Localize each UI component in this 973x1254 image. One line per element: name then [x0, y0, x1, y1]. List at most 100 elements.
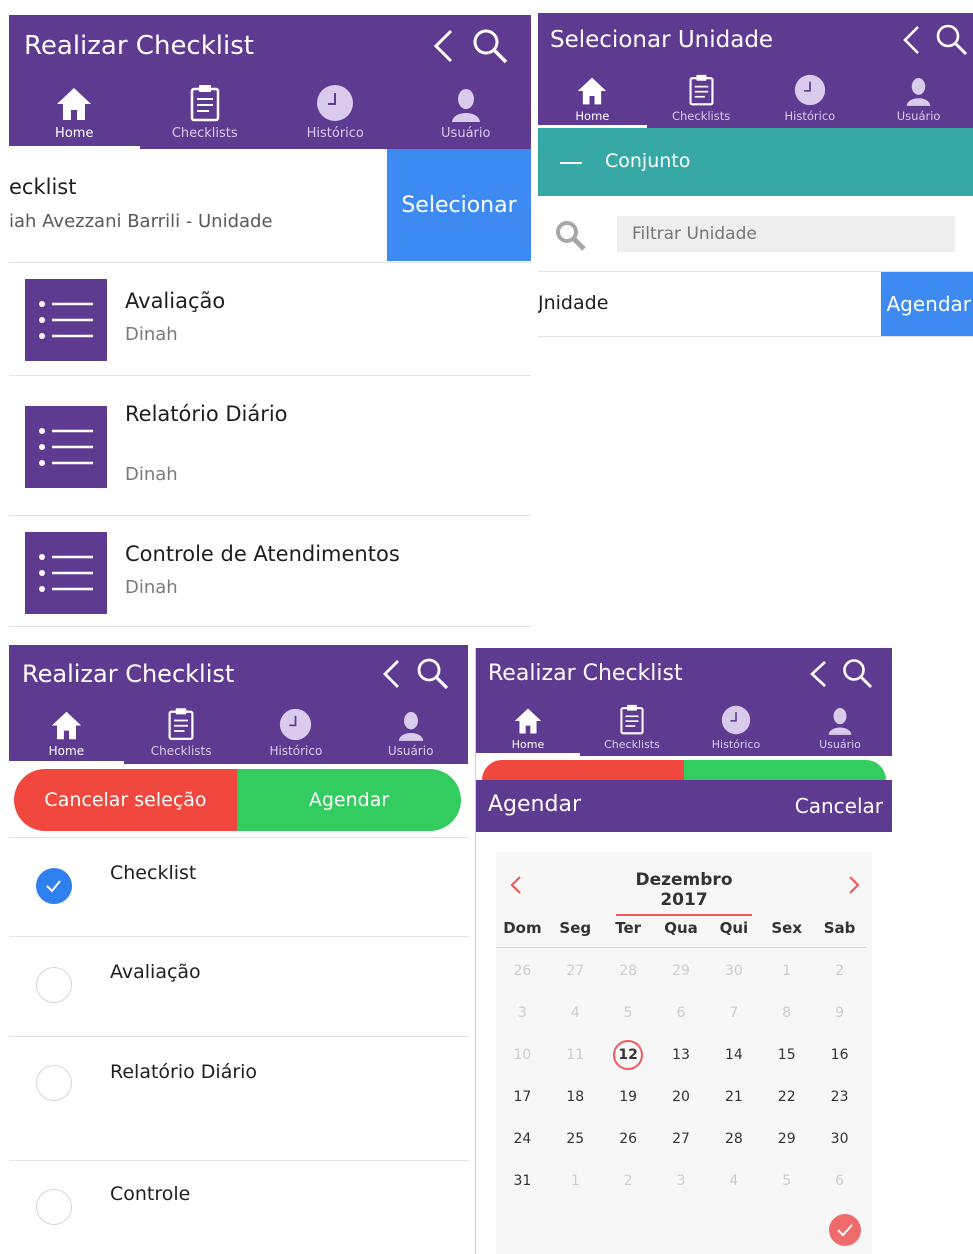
search-icon — [556, 221, 586, 251]
day-cell[interactable]: 25 — [549, 1118, 602, 1160]
tab-historico[interactable]: Histórico — [684, 700, 788, 756]
tab-usuario[interactable]: Usuário — [401, 79, 532, 149]
day-cell: 4 — [729, 1173, 739, 1189]
chevron-right-icon[interactable] — [846, 874, 862, 896]
radio-unchecked[interactable] — [36, 967, 72, 1003]
item-subtitle: Dinah — [125, 324, 178, 345]
tab-checklists[interactable]: Checklists — [140, 79, 271, 149]
list-item[interactable]: Controle de Atendimentos Dinah — [9, 516, 531, 627]
tab-home[interactable]: Home — [9, 79, 140, 149]
day-cell[interactable]: 21 — [707, 1076, 760, 1118]
clipboard-icon — [190, 85, 219, 122]
unit-row[interactable]: Jnidade Agendar — [538, 272, 973, 337]
tab-home[interactable]: Home — [538, 68, 647, 128]
list-icon — [25, 532, 107, 614]
unit-label: Jnidade — [538, 292, 609, 314]
header-subtitle: iah Avezzani Barrili - Unidade — [9, 211, 273, 232]
back-icon[interactable] — [901, 24, 923, 56]
day-cell[interactable]: 24 — [496, 1118, 549, 1160]
tab-home[interactable]: Home — [9, 702, 124, 764]
modal-header: Agendar Cancelar — [476, 780, 892, 832]
day-cell[interactable]: 29 — [760, 1118, 813, 1160]
day-cell[interactable]: 20 — [655, 1076, 708, 1118]
day-cell[interactable]: 19 — [602, 1076, 655, 1118]
search-icon[interactable] — [471, 27, 509, 65]
tab-checklists[interactable]: Checklists — [647, 68, 756, 128]
day-cell[interactable]: 13 — [655, 1034, 708, 1076]
day-cell: 6 — [835, 1173, 845, 1189]
back-icon[interactable] — [808, 659, 830, 689]
modal-title: Agendar — [488, 792, 581, 817]
day-cell[interactable]: 22 — [760, 1076, 813, 1118]
day-cell[interactable]: 28 — [707, 1118, 760, 1160]
radio-unchecked[interactable] — [36, 1065, 72, 1101]
list-item[interactable]: Avaliação Dinah — [9, 263, 531, 376]
option-label: Avaliação — [110, 961, 201, 983]
modal-cancel-button[interactable]: Cancelar — [795, 794, 883, 818]
tab-checklists[interactable]: Checklists — [124, 702, 239, 764]
tab-historico[interactable]: Histórico — [270, 79, 401, 149]
day-cell-today[interactable]: 12 — [602, 1034, 655, 1076]
back-icon[interactable] — [431, 28, 457, 64]
radio-unchecked[interactable] — [36, 1189, 72, 1225]
checklist-option[interactable]: Relatório Diário — [9, 1037, 468, 1161]
today-day: 12 — [613, 1040, 644, 1070]
confirm-date-button[interactable] — [829, 1214, 861, 1246]
checklist-option[interactable]: Controle — [9, 1161, 468, 1254]
panel-realizar-checklist-list: Realizar Checklist Home Checklists Histó… — [9, 15, 531, 627]
day-cell[interactable]: 31 — [496, 1160, 549, 1202]
tab-historico[interactable]: Histórico — [756, 68, 865, 128]
day-cell[interactable]: 16 — [813, 1034, 866, 1076]
app-header: Realizar Checklist Home Checklists Histó… — [9, 15, 531, 149]
day-cell: 5 — [782, 1173, 792, 1189]
filter-unidade-input[interactable] — [617, 216, 955, 252]
agendar-button[interactable]: Agendar — [237, 769, 461, 831]
page-title: Realizar Checklist — [24, 31, 254, 61]
day-cell[interactable]: 14 — [707, 1034, 760, 1076]
cancel-selection-button[interactable]: Cancelar seleção — [14, 769, 237, 831]
search-icon[interactable] — [935, 23, 969, 57]
option-label: Checklist — [110, 862, 197, 884]
list-item[interactable]: Relatório Diário Dinah — [9, 376, 531, 516]
option-label: Controle — [110, 1183, 191, 1205]
weekday-label: Dom — [496, 908, 549, 948]
back-icon[interactable] — [380, 658, 404, 690]
tab-home[interactable]: Home — [476, 700, 580, 756]
clipboard-icon — [168, 708, 194, 740]
day-cell[interactable]: 18 — [549, 1076, 602, 1118]
day-cell[interactable]: 17 — [496, 1076, 549, 1118]
day-cell: 6 — [676, 1005, 686, 1021]
day-cell: 7 — [729, 1005, 739, 1021]
day-cell[interactable]: 27 — [655, 1118, 708, 1160]
checklist-option[interactable]: Avaliação — [9, 937, 468, 1037]
search-icon[interactable] — [842, 658, 874, 690]
day-cell[interactable]: 15 — [760, 1034, 813, 1076]
page-title: Realizar Checklist — [488, 661, 683, 686]
agendar-modal: Agendar Cancelar Dezembro 2017 Dom Seg T… — [476, 780, 892, 1254]
day-cell: 30 — [724, 963, 743, 979]
weekday-label: Qua — [654, 908, 708, 948]
select-button[interactable]: Selecionar — [387, 149, 531, 261]
checklist-option[interactable]: Checklist — [9, 837, 468, 937]
tab-historico[interactable]: Histórico — [239, 702, 354, 764]
chevron-left-icon[interactable] — [508, 874, 524, 896]
clipboard-icon — [620, 704, 644, 735]
tab-checklists[interactable]: Checklists — [580, 700, 684, 756]
day-cell: 11 — [566, 1047, 585, 1063]
item-title: Relatório Diário — [125, 402, 288, 426]
check-icon — [837, 1224, 853, 1237]
tab-usuario[interactable]: Usuário — [353, 702, 468, 764]
day-cell[interactable]: 23 — [813, 1076, 866, 1118]
item-subtitle: Dinah — [125, 577, 178, 598]
day-cell[interactable]: 30 — [813, 1118, 866, 1160]
day-cell[interactable]: 26 — [602, 1118, 655, 1160]
tab-usuario[interactable]: Usuário — [788, 700, 892, 756]
radio-checked[interactable] — [36, 868, 72, 904]
tab-usuario[interactable]: Usuário — [864, 68, 973, 128]
selected-header-row: ecklist iah Avezzani Barrili - Unidade S… — [9, 149, 531, 263]
collapse-icon — [560, 162, 582, 164]
group-header-conjunto[interactable]: Conjunto — [538, 128, 973, 196]
agendar-button[interactable]: Agendar — [881, 272, 973, 336]
search-icon[interactable] — [416, 657, 450, 691]
tab-bar: Home Checklists Histórico Usuário — [476, 700, 892, 756]
